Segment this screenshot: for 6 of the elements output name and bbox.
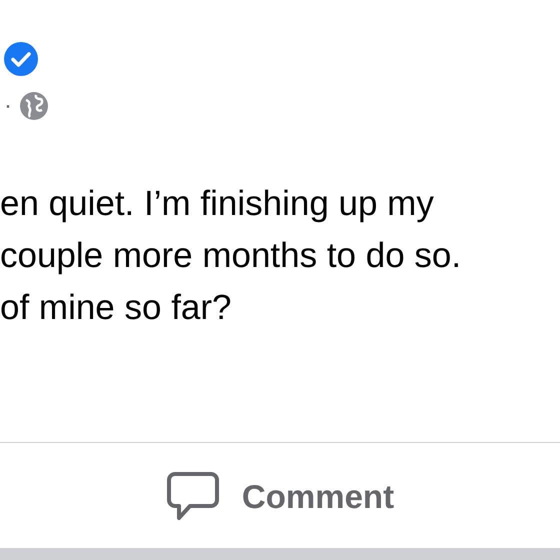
post-text-line: en quiet. I’m finishing up my <box>0 183 435 225</box>
separator-dot: · <box>4 92 12 120</box>
comment-button[interactable]: Comment <box>166 471 394 523</box>
speech-bubble-icon <box>166 471 220 523</box>
post-text-line: of mine so far? <box>0 287 232 329</box>
post-text-line: couple more months to do so. <box>0 235 462 277</box>
